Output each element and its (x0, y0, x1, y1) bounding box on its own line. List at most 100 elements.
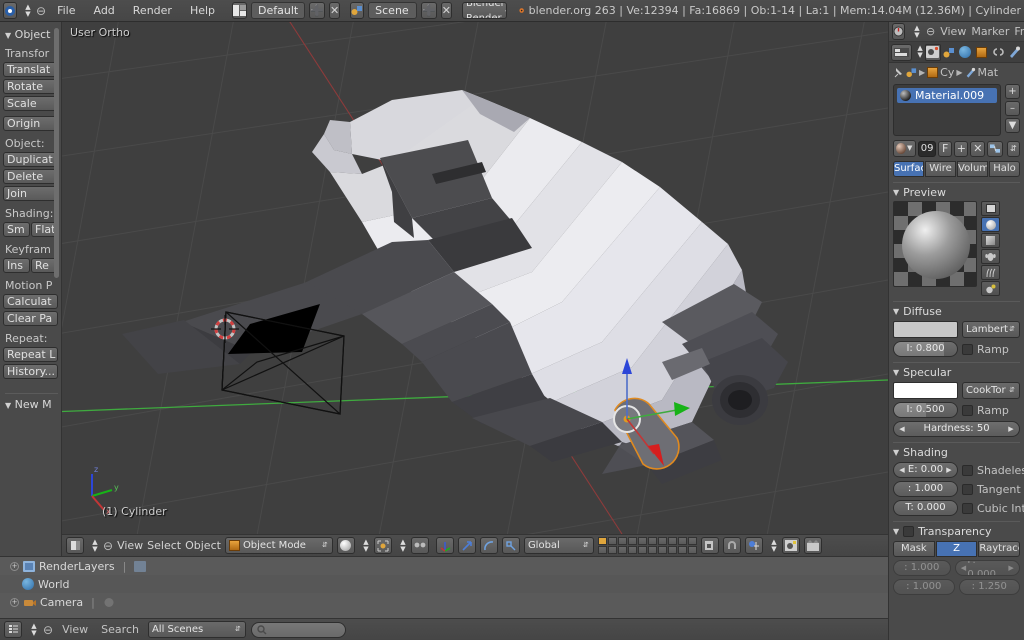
clear-paths-button[interactable]: Clear Pa (3, 311, 58, 326)
properties-menu-frame[interactable]: Fra (1014, 25, 1024, 38)
editor-type-spinner[interactable]: ▲ ▼ (913, 24, 921, 39)
diffuse-shader-dropdown[interactable]: Lambert ⇵ (962, 321, 1020, 338)
specular-intensity-slider[interactable]: I: 0.500 (893, 402, 958, 418)
node-tree-icon[interactable] (986, 140, 1003, 157)
lock-layers-icon[interactable] (700, 537, 719, 554)
menu-help[interactable]: Help (183, 2, 222, 20)
scene-layers[interactable] (597, 537, 697, 554)
pin-icon[interactable] (893, 67, 904, 78)
calculate-paths-button[interactable]: Calculat (3, 294, 58, 309)
emit-slider[interactable]: ◀ E: 0.00 ▶ (893, 462, 958, 478)
translucency-slider[interactable]: T: 0.000 (893, 500, 958, 516)
delete-button[interactable]: Delete (3, 169, 58, 184)
duplicate-button[interactable]: Duplicat (3, 152, 58, 167)
preview-type-sky-icon[interactable] (981, 281, 1000, 296)
proportional-edit-icon[interactable] (744, 537, 763, 554)
editor-type-spinner[interactable]: ▲ ▼ (91, 538, 99, 553)
transparency-enable-checkbox[interactable] (903, 526, 915, 537)
shading-spinner[interactable]: ▲ ▼ (362, 538, 370, 553)
scene-name-field[interactable]: Scene (368, 2, 418, 19)
info-menu-view[interactable]: View (58, 623, 92, 636)
editor-type-spinner[interactable]: ▲ ▼ (30, 622, 38, 637)
preview-panel-header[interactable]: ▼ Preview (893, 182, 1020, 199)
preview-type-hair-icon[interactable] (981, 265, 1000, 280)
specular-color-swatch[interactable] (893, 382, 958, 399)
breadcrumb-object-label[interactable]: Cy (940, 66, 954, 79)
manipulator-scale-icon[interactable] (501, 537, 520, 554)
layer-group-top[interactable] (597, 537, 647, 554)
properties-tab-object[interactable] (974, 44, 989, 61)
outliner-row-world[interactable]: World (0, 575, 888, 593)
chevron-left-icon[interactable]: ◀ (898, 425, 906, 433)
material-browse-spinner[interactable]: ⇵ (1006, 140, 1021, 157)
blend-slider[interactable]: : 1.250 (958, 579, 1020, 595)
material-slot-row[interactable]: Material.009 (897, 88, 997, 103)
rotate-button[interactable]: Rotate (3, 79, 58, 94)
tangent-shading-checkbox[interactable]: Tangent (962, 483, 1021, 496)
alpha-slider[interactable]: : 1.000 (893, 560, 951, 576)
collapse-icon[interactable]: ⊖ (926, 25, 935, 38)
diffuse-panel-header[interactable]: ▼ Diffuse (893, 301, 1020, 318)
3d-viewport[interactable]: User Ortho (1) Cylinder z y x ▲ ▼ ⊖ View… (62, 22, 888, 556)
render-animation-icon[interactable] (803, 537, 822, 554)
editor-type-icon[interactable] (66, 537, 84, 554)
diffuse-color-swatch[interactable] (893, 321, 958, 338)
properties-menu-marker[interactable]: Marker (971, 25, 1009, 38)
pivot-spinner[interactable]: ▲ ▼ (399, 538, 407, 553)
info-menu-search[interactable]: Search (97, 623, 143, 636)
specular-alpha-slider[interactable]: : 1.000 (893, 579, 955, 595)
unlink-scene-icon[interactable]: ✕ (440, 2, 453, 19)
scene-icon[interactable] (350, 2, 365, 19)
browse-material-icon[interactable]: ▼ (893, 140, 917, 157)
properties-tab-world[interactable] (958, 44, 973, 61)
viewport-canvas[interactable]: z y x (62, 22, 888, 534)
chevron-left-icon[interactable]: ◀ (898, 466, 906, 474)
manipulator-rotate-icon[interactable] (479, 537, 498, 554)
fresnel-slider[interactable]: ◀ F: 0.000 ▶ (954, 560, 1020, 576)
info-editor-icon[interactable] (4, 621, 22, 638)
manipulator-translate-icon[interactable] (435, 537, 454, 554)
diffuse-ramp-checkbox[interactable]: Ramp (962, 343, 1020, 356)
origin-button[interactable]: Origin (3, 116, 58, 131)
preview-type-sphere-icon[interactable] (981, 217, 1000, 232)
cubic-interpolation-checkbox[interactable]: Cubic Int (962, 502, 1024, 515)
collapse-icon[interactable]: ⊖ (103, 539, 113, 553)
snap-magnet-icon[interactable] (722, 537, 741, 554)
history-button[interactable]: History... (3, 364, 58, 379)
preview-type-cube-icon[interactable] (981, 233, 1000, 248)
expand-icon[interactable]: + (10, 597, 19, 607)
specular-ramp-checkbox[interactable]: Ramp (962, 404, 1020, 417)
remove-material-slot-button[interactable]: – (1005, 101, 1020, 116)
specular-hardness-slider[interactable]: ◀ Hardness: 50 ▶ (893, 421, 1020, 437)
object-mode-dropdown[interactable]: Object Mode ⇵ (224, 537, 333, 554)
menu-render[interactable]: Render (126, 2, 179, 20)
ambient-slider[interactable]: : 1.000 (893, 481, 958, 497)
properties-tab-render[interactable] (925, 43, 941, 61)
collapse-icon[interactable]: ⊖ (43, 623, 53, 637)
proportional-falloff-spinner[interactable]: ▲ ▼ (770, 538, 778, 553)
outliner-row-renderlayers[interactable]: + RenderLayers | (0, 557, 888, 575)
unlink-layout-icon[interactable]: ✕ (328, 2, 341, 19)
properties-display-mode-icon[interactable] (891, 43, 913, 61)
material-type-volume[interactable]: Volum (957, 161, 988, 177)
screen-layout-field[interactable]: Default (251, 2, 306, 19)
specular-panel-header[interactable]: ▼ Specular (893, 362, 1020, 379)
collapse-icon[interactable]: ⊖ (36, 4, 46, 18)
add-new-layout-icon[interactable]: ➕ (309, 2, 325, 19)
render-engine-dropdown[interactable]: Blender Render ⇵ (462, 2, 508, 19)
preview-type-monkey-icon[interactable] (981, 249, 1000, 264)
shade-smooth-button[interactable]: Sm (3, 222, 30, 237)
repeat-last-button[interactable]: Repeat L (3, 347, 58, 362)
screen-layout-icon[interactable] (232, 2, 248, 19)
manipulator-toggle-icon[interactable] (410, 537, 429, 554)
chevron-right-icon[interactable]: ▶ (1007, 425, 1015, 433)
scene-filter-dropdown[interactable]: All Scenes ⇵ (147, 621, 246, 638)
manipulator-arrow-icon[interactable] (457, 537, 476, 554)
unlink-material-button[interactable]: ✕ (970, 140, 985, 157)
insert-keyframe-button[interactable]: Ins (3, 258, 30, 273)
material-type-surface[interactable]: Surfac (893, 161, 924, 177)
material-type-halo[interactable]: Halo (989, 161, 1020, 177)
transparency-method-mask[interactable]: Mask (893, 541, 935, 557)
material-preview-render[interactable] (893, 201, 977, 287)
add-material-slot-button[interactable]: + (1005, 84, 1020, 99)
